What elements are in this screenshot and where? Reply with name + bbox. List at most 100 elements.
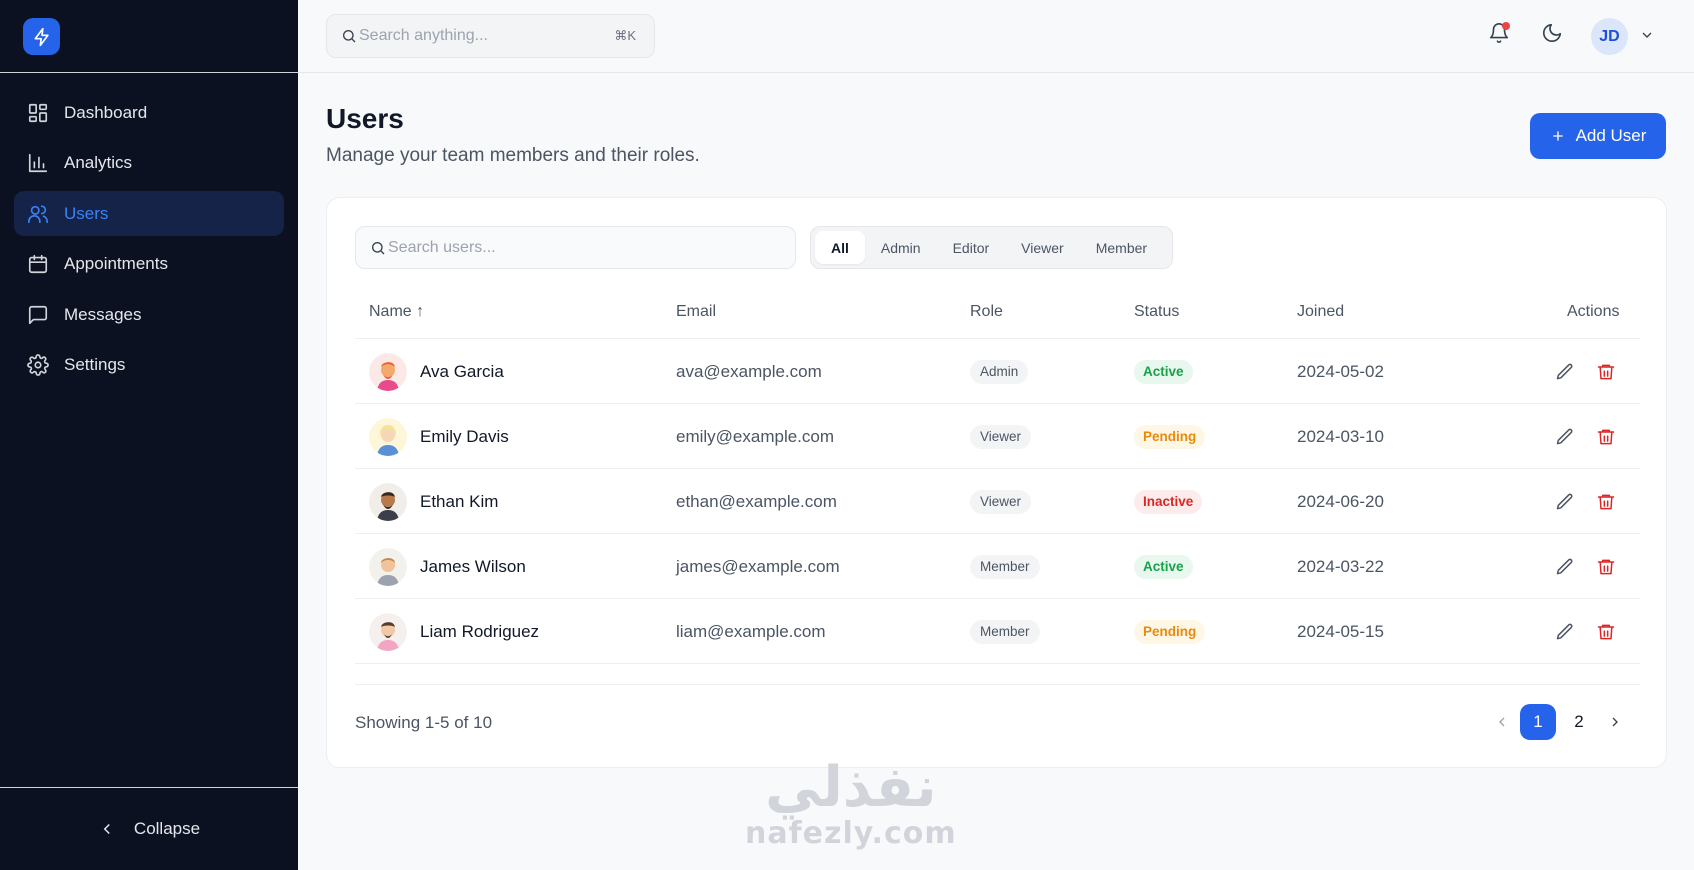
role-badge: Member [970, 619, 1040, 644]
watermark-arabic: نفذلي [765, 755, 937, 820]
role-badge: Viewer [970, 489, 1032, 514]
add-user-button[interactable]: Add User [1530, 113, 1666, 159]
app-logo-icon[interactable] [23, 18, 60, 55]
sidebar-item-appointments[interactable]: Appointments [14, 242, 284, 287]
edit-icon[interactable] [1555, 492, 1575, 512]
page-title: Users [326, 103, 404, 134]
table-row: James Wilson james@example.com Member Ac… [355, 534, 1640, 599]
role-badge: Admin [970, 359, 1029, 384]
sidebar-item-dashboard[interactable]: Dashboard [14, 90, 284, 135]
notification-dot [1502, 22, 1510, 30]
watermark-latin: nafezly.com [745, 816, 957, 851]
avatar [369, 352, 407, 391]
page-button-1[interactable]: 1 [1520, 704, 1556, 740]
message-icon [28, 305, 48, 324]
notifications-button[interactable] [1488, 22, 1512, 46]
page-subtitle: Manage your team members and their roles… [326, 145, 700, 166]
sidebar-item-label: Settings [64, 355, 126, 374]
column-header-email: Email [676, 303, 717, 320]
edit-icon[interactable] [1555, 622, 1575, 642]
role-badge: Viewer [970, 424, 1032, 449]
sidebar: Dashboard Analytics Users Appointments M… [0, 0, 298, 870]
chevron-left-icon [1499, 717, 1505, 727]
sidebar-item-analytics[interactable]: Analytics [14, 141, 284, 186]
user-avatar[interactable]: JD [1591, 18, 1628, 55]
global-search-placeholder: Search anything... [359, 27, 488, 44]
sidebar-item-label: Users [64, 203, 109, 223]
footer-divider [355, 684, 1640, 685]
role-badge: Member [970, 554, 1040, 579]
delete-icon[interactable] [1596, 557, 1616, 577]
user-search-input[interactable]: Search users... [355, 226, 796, 269]
column-header-role: Role [970, 303, 1003, 320]
pagination-summary: Showing 1-5 of 10 [355, 713, 493, 732]
sidebar-item-label: Dashboard [64, 102, 148, 122]
column-header-status: Status [1134, 303, 1180, 320]
users-icon [28, 204, 48, 223]
bar-chart-icon [28, 153, 48, 173]
chevron-down-icon[interactable] [1639, 27, 1655, 43]
chevron-left-icon [103, 823, 110, 835]
filter-admin[interactable]: Admin [865, 231, 937, 264]
user-name: Ava Garcia [420, 361, 504, 381]
chevron-right-icon [1612, 717, 1618, 727]
delete-icon[interactable] [1596, 427, 1616, 447]
sidebar-nav: Dashboard Analytics Users Appointments M… [14, 90, 284, 393]
edit-icon[interactable] [1555, 557, 1575, 577]
delete-icon[interactable] [1596, 492, 1616, 512]
column-header-name[interactable]: Name ↑ [369, 303, 424, 321]
edit-icon[interactable] [1555, 362, 1575, 382]
sidebar-item-label: Appointments [64, 254, 168, 273]
previous-page-button[interactable] [1490, 704, 1514, 740]
user-email: ava@example.com [676, 361, 822, 381]
delete-icon[interactable] [1596, 362, 1616, 382]
user-name: James Wilson [420, 556, 526, 576]
topbar: Search anything... ⌘K JD [298, 0, 1694, 73]
status-badge: Pending [1134, 619, 1206, 644]
search-shortcut: ⌘K [614, 28, 636, 43]
user-email: james@example.com [676, 556, 840, 576]
joined-date: 2024-06-20 [1297, 491, 1384, 511]
avatar [369, 482, 407, 521]
users-card: Search users... All Admin Editor Viewer … [326, 197, 1667, 768]
theme-toggle-button[interactable] [1541, 22, 1565, 46]
filter-viewer[interactable]: Viewer [1005, 231, 1080, 264]
collapse-button[interactable]: Collapse [0, 787, 298, 870]
delete-icon[interactable] [1596, 622, 1616, 642]
moon-icon [1542, 23, 1562, 43]
user-name: Ethan Kim [420, 491, 499, 511]
sidebar-item-messages[interactable]: Messages [14, 292, 284, 337]
sidebar-item-users[interactable]: Users [14, 191, 284, 236]
sidebar-item-label: Messages [64, 304, 142, 324]
table-row: Ethan Kim ethan@example.com Viewer Inact… [355, 469, 1640, 534]
joined-date: 2024-05-15 [1297, 621, 1384, 641]
dashboard-icon [28, 103, 48, 122]
user-name: Liam Rodriguez [420, 621, 540, 641]
status-badge: Active [1134, 359, 1193, 384]
joined-date: 2024-03-22 [1297, 556, 1384, 576]
global-search-input[interactable]: Search anything... ⌘K [326, 14, 655, 58]
edit-icon[interactable] [1555, 427, 1575, 447]
user-name: Emily Davis [420, 426, 509, 446]
calendar-icon [28, 254, 48, 274]
filter-editor[interactable]: Editor [937, 231, 1006, 264]
filter-all[interactable]: All [815, 231, 865, 264]
status-badge: Active [1134, 554, 1193, 579]
collapse-label: Collapse [133, 819, 201, 838]
user-email: ethan@example.com [676, 491, 837, 511]
joined-date: 2024-03-10 [1297, 426, 1384, 446]
sidebar-item-settings[interactable]: Settings [14, 343, 284, 388]
filter-member[interactable]: Member [1080, 231, 1163, 264]
avatar [369, 547, 407, 586]
next-page-button[interactable] [1603, 704, 1627, 740]
search-icon [343, 30, 356, 43]
user-email: emily@example.com [676, 426, 835, 446]
add-user-label: Add User [1575, 126, 1647, 145]
role-filter-tabs: All Admin Editor Viewer Member [810, 226, 1173, 269]
avatar [369, 612, 407, 651]
page-button-2[interactable]: 2 [1561, 704, 1597, 740]
sidebar-brand [0, 0, 298, 73]
table-row: Emily Davis emily@example.com Viewer Pen… [355, 404, 1640, 469]
status-badge: Inactive [1134, 489, 1203, 514]
table-row: Ava Garcia ava@example.com Admin Active … [355, 339, 1640, 404]
